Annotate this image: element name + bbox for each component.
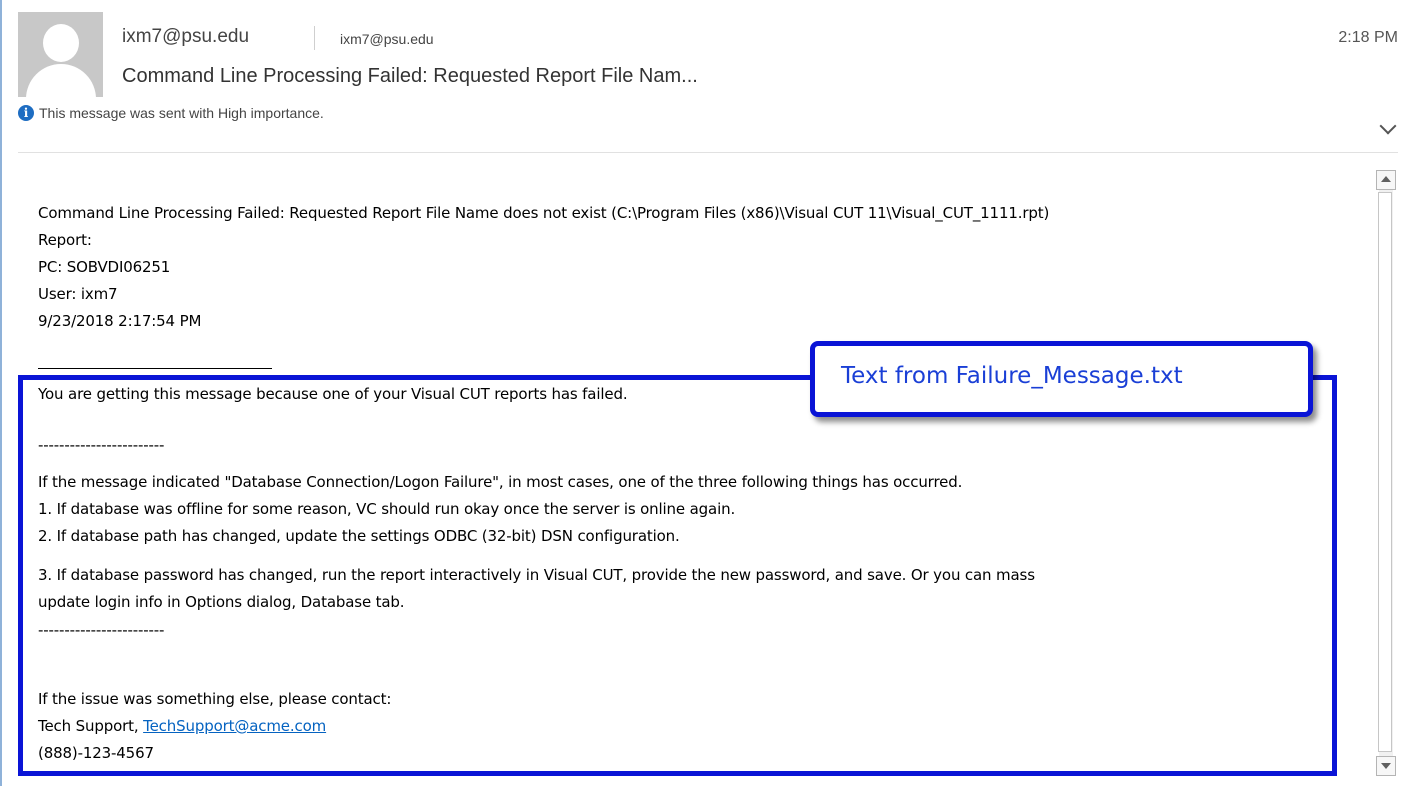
- importance-text: This message was sent with High importan…: [39, 105, 324, 121]
- header-divider: [18, 152, 1398, 153]
- recipient-address[interactable]: ixm7@psu.edu: [340, 31, 434, 47]
- body-line-pc: PC: SOBVDI06251: [38, 258, 171, 276]
- header-separator: [314, 26, 315, 50]
- importance-banner: i This message was sent with High import…: [18, 105, 324, 121]
- scroll-up-button[interactable]: [1376, 170, 1396, 190]
- email-subject: Command Line Processing Failed: Requeste…: [122, 65, 698, 87]
- scrollbar-thumb[interactable]: [1378, 192, 1392, 752]
- callout-text: Text from Failure_Message.txt: [841, 363, 1183, 389]
- received-time: 2:18 PM: [1338, 29, 1398, 46]
- scroll-up-icon: [1381, 176, 1391, 182]
- callout-box: Text from Failure_Message.txt: [810, 341, 1313, 417]
- info-icon: i: [18, 105, 34, 121]
- signature-rule: [38, 368, 272, 369]
- avatar: [18, 12, 103, 97]
- avatar-head-shape: [43, 24, 79, 62]
- failure-message-highlight-box: [18, 375, 1337, 776]
- body-line-report: Report:: [38, 231, 92, 249]
- vertical-scrollbar[interactable]: [1376, 170, 1396, 776]
- body-line-user: User: ixm7: [38, 285, 118, 303]
- sender-address[interactable]: ixm7@psu.edu: [122, 26, 249, 48]
- chevron-down-icon[interactable]: [1379, 117, 1397, 135]
- scroll-down-icon: [1381, 763, 1391, 769]
- window-left-border: [0, 0, 2, 786]
- body-line-error: Command Line Processing Failed: Requeste…: [38, 204, 1050, 222]
- body-line-timestamp: 9/23/2018 2:17:54 PM: [38, 312, 202, 330]
- avatar-shoulders-shape: [26, 64, 96, 97]
- scroll-down-button[interactable]: [1376, 756, 1396, 776]
